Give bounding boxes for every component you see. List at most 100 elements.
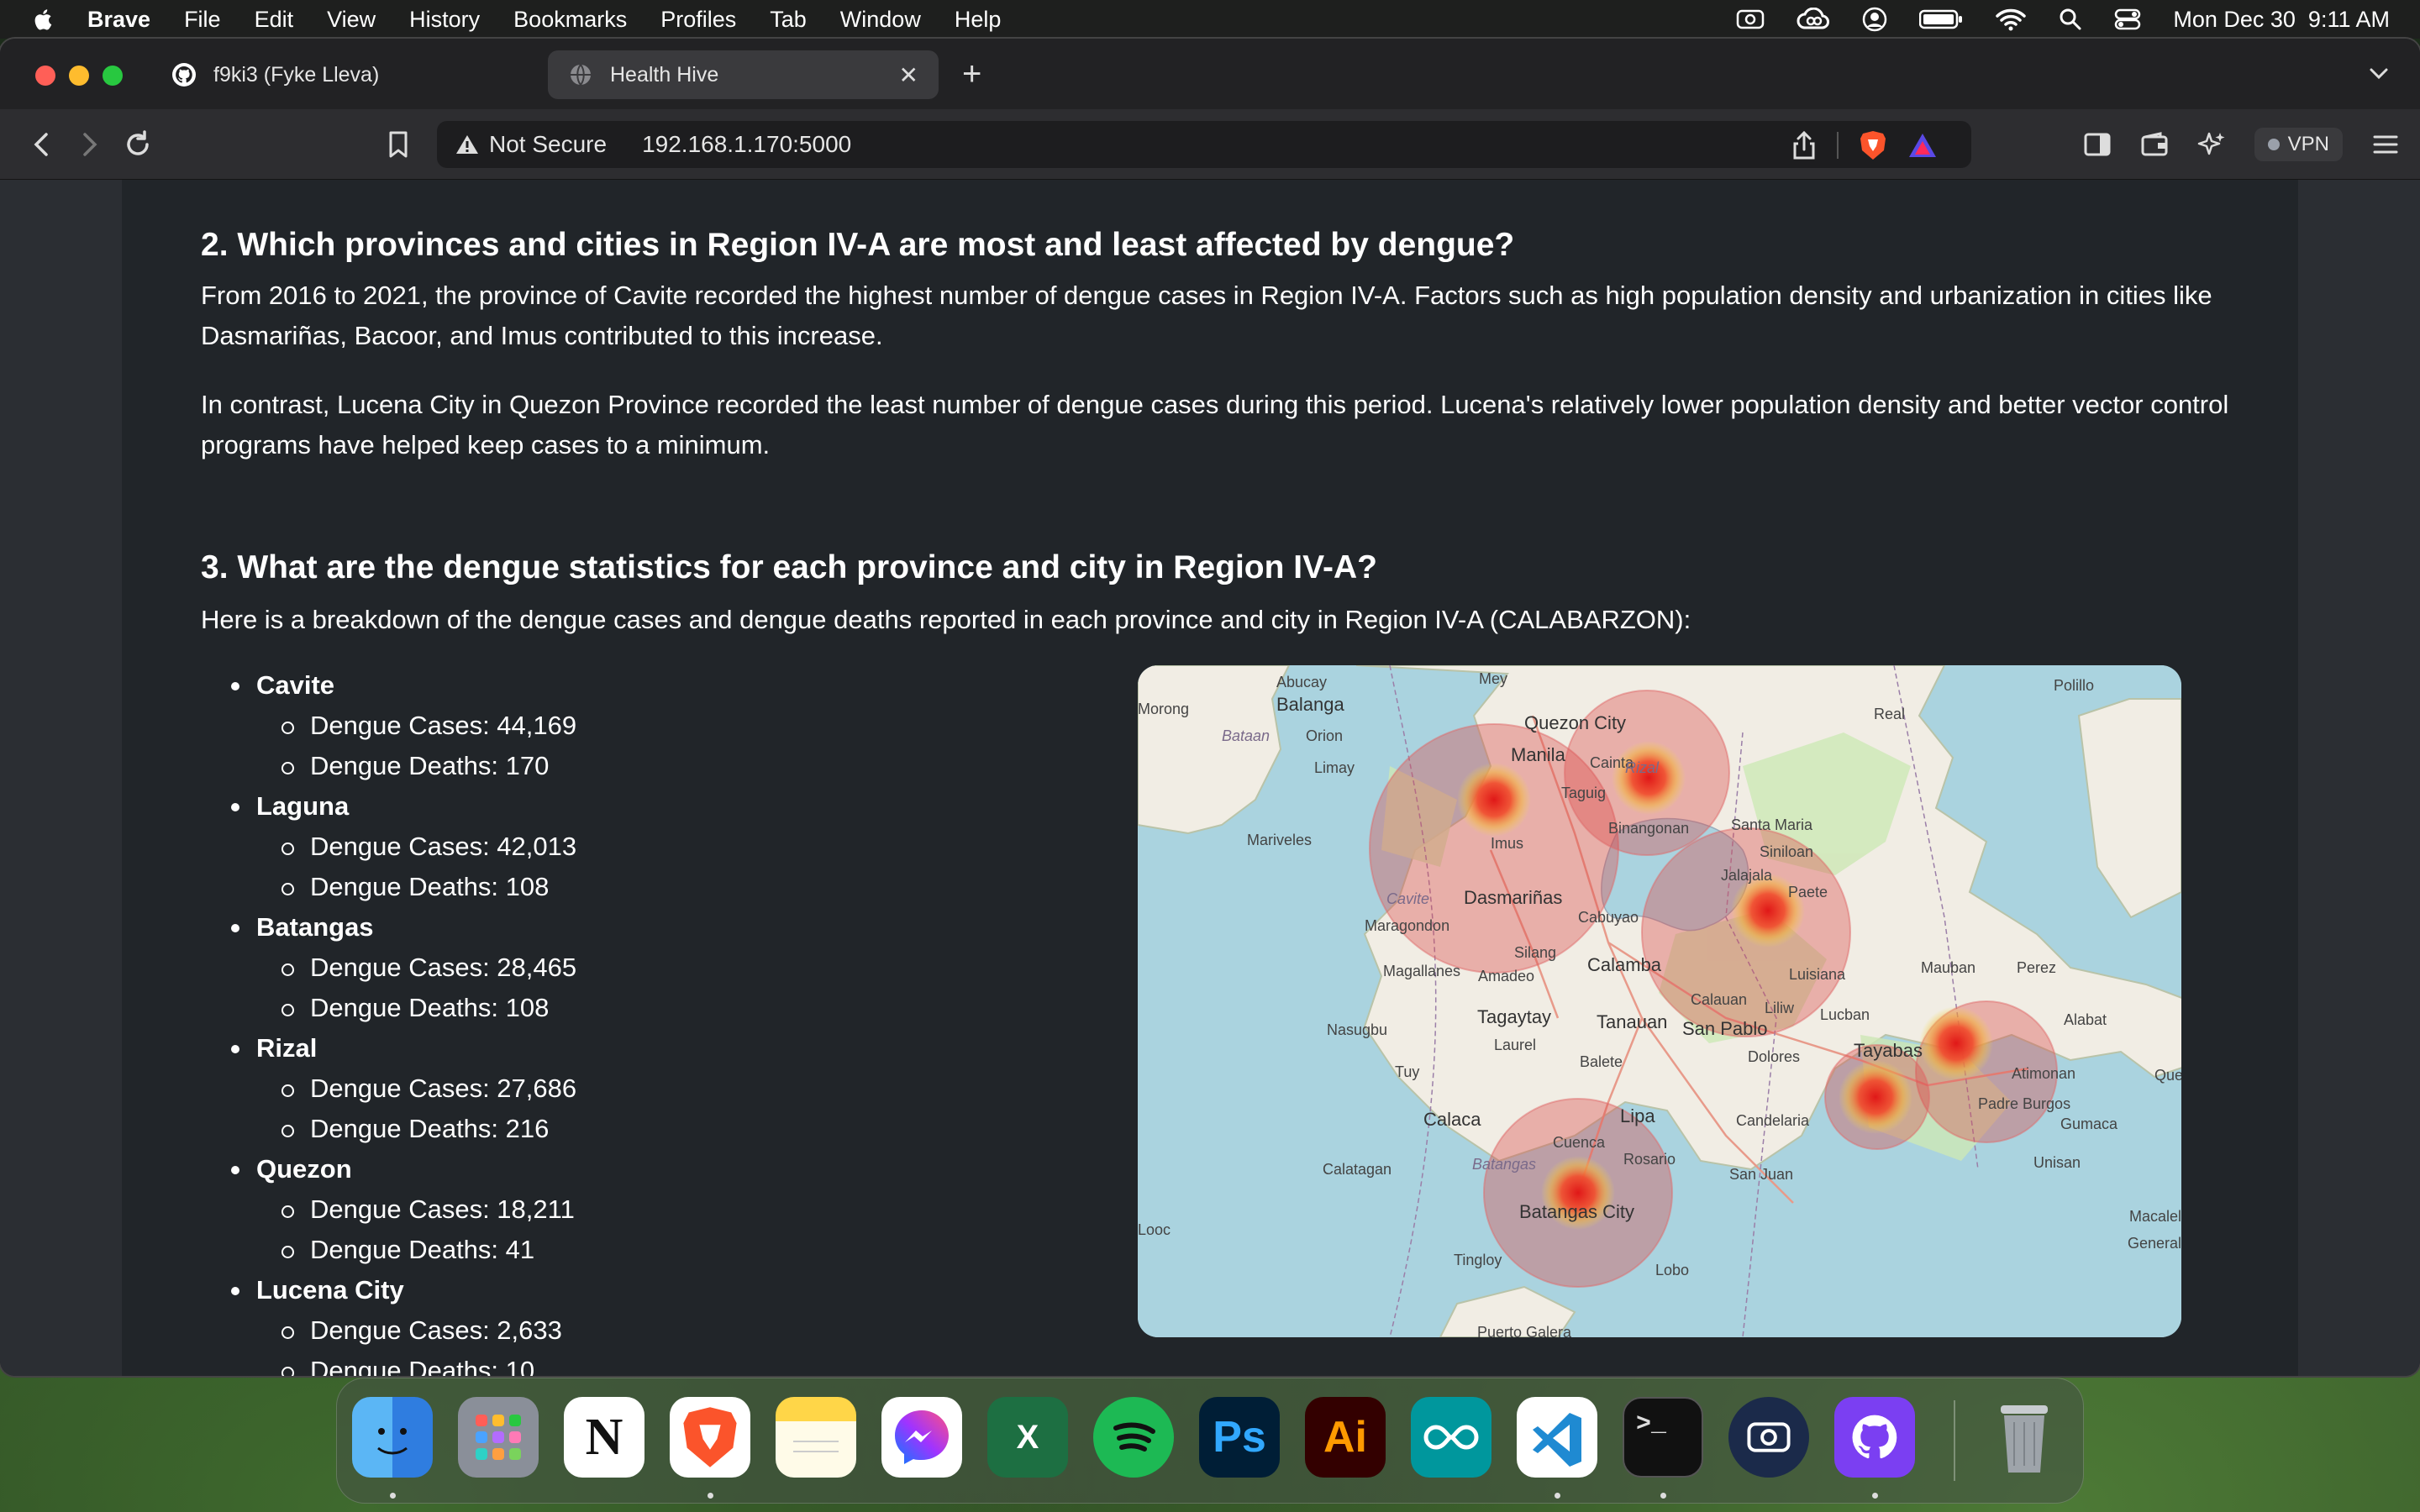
dengue-deaths: Dengue Deaths: 108	[256, 988, 576, 1028]
web-viewport[interactable]: 2. Which provinces and cities in Region …	[0, 180, 2420, 1376]
tab-github[interactable]: f9ki3 (Fyke Lleva)	[151, 50, 538, 99]
launchpad-icon	[476, 1415, 521, 1460]
close-window-button[interactable]	[35, 66, 55, 86]
map-place-label: Jalajala	[1721, 867, 1773, 884]
menu-window[interactable]: Window	[840, 7, 921, 33]
map-place-label: Dolores	[1748, 1048, 1800, 1065]
menubar-clock[interactable]: Mon Dec 30 9:11 AM	[2173, 7, 2390, 33]
battery-icon[interactable]	[1919, 9, 1963, 29]
menu-profiles[interactable]: Profiles	[660, 7, 736, 33]
menu-view[interactable]: View	[327, 7, 376, 33]
arduino-icon	[1423, 1425, 1479, 1450]
dock-illustrator[interactable]: Ai	[1305, 1397, 1386, 1478]
sidebar-toggle-icon[interactable]	[2083, 131, 2112, 158]
dock-notion[interactable]: N	[564, 1397, 644, 1478]
address-bar[interactable]: Not Secure 192.168.1.170:5000	[437, 121, 1971, 168]
share-icon[interactable]	[1791, 130, 1817, 160]
spotlight-search-icon[interactable]	[2059, 8, 2082, 31]
hamburger-menu-icon[interactable]	[2371, 132, 2400, 157]
menu-tab[interactable]: Tab	[770, 7, 807, 33]
list-item: Laguna Dengue Cases: 42,013 Dengue Death…	[226, 786, 576, 901]
map-place-label: Calamba	[1587, 954, 1662, 975]
dock-trash[interactable]	[1984, 1397, 2065, 1478]
control-center-icon[interactable]	[2114, 8, 2141, 31]
dock-screen-recorder[interactable]	[1728, 1397, 1809, 1478]
menu-bar: Brave File Edit View History Bookmarks P…	[0, 0, 2420, 39]
vpn-button[interactable]: VPN	[2254, 128, 2343, 161]
paragraph-most-affected: From 2016 to 2021, the province of Cavit…	[201, 281, 2212, 350]
wallet-icon[interactable]	[2140, 131, 2169, 158]
globe-icon	[571, 64, 591, 86]
menu-file[interactable]: File	[184, 7, 221, 33]
menu-app-name[interactable]: Brave	[87, 7, 150, 33]
brave-rewards-icon[interactable]	[1907, 131, 1938, 160]
menu-bookmarks[interactable]: Bookmarks	[513, 7, 627, 33]
dock-excel[interactable]: X	[987, 1397, 1068, 1478]
dock-finder[interactable]	[352, 1397, 433, 1478]
dock-spotify[interactable]	[1093, 1397, 1174, 1478]
creative-cloud-icon[interactable]	[1797, 8, 1830, 31]
url-text[interactable]: 192.168.1.170:5000	[642, 131, 851, 158]
minimize-window-button[interactable]	[69, 66, 89, 86]
map-place-label: Looc	[1138, 1221, 1171, 1238]
chevron-down-icon[interactable]	[2366, 60, 2391, 86]
heat-spot-rizal	[1612, 741, 1686, 815]
brave-shields-icon[interactable]	[1859, 129, 1887, 161]
spotify-icon	[1113, 1422, 1155, 1452]
map-place-label: Tagaytay	[1477, 1006, 1551, 1027]
map-place-label: Lucban	[1820, 1006, 1870, 1023]
menu-help[interactable]: Help	[955, 7, 1002, 33]
menu-history[interactable]: History	[409, 7, 480, 33]
dock-notes[interactable]	[776, 1397, 856, 1478]
screen-record-icon[interactable]	[1736, 8, 1765, 31]
reload-icon[interactable]	[121, 128, 155, 161]
wifi-icon[interactable]	[1995, 8, 2027, 31]
dock-messenger[interactable]	[881, 1397, 962, 1478]
apple-icon[interactable]	[30, 6, 57, 33]
province-details: Dengue Cases: 28,465 Dengue Deaths: 108	[256, 948, 576, 1028]
close-tab-icon[interactable]: ✕	[899, 61, 918, 89]
running-indicator	[390, 1493, 396, 1499]
province-details: Dengue Cases: 44,169 Dengue Deaths: 170	[256, 706, 576, 786]
dock-brave[interactable]	[670, 1397, 750, 1478]
map-place-label: Polillo	[2054, 677, 2094, 694]
address-bar-actions	[1791, 129, 1938, 161]
zoom-window-button[interactable]	[103, 66, 123, 86]
leo-ai-icon[interactable]	[2197, 130, 2226, 159]
user-account-icon[interactable]	[1862, 7, 1887, 32]
menu-edit[interactable]: Edit	[255, 7, 294, 33]
dock-launchpad[interactable]	[458, 1397, 539, 1478]
notion-icon: N	[585, 1408, 623, 1466]
map-canvas[interactable]: Abucay Balanga Morong Bataan Orion Limay Mariv…	[1138, 665, 2181, 1337]
dock-github-desktop[interactable]	[1834, 1397, 1915, 1478]
vscode-icon	[1533, 1413, 1581, 1467]
heat-spot-quezon	[1919, 1006, 1993, 1080]
map-place-label: Rizal	[1625, 759, 1660, 776]
dock-vscode[interactable]	[1517, 1397, 1597, 1478]
dock-photoshop[interactable]: Ps	[1199, 1397, 1280, 1478]
map-place-label: General L	[2128, 1235, 2181, 1252]
dock-arduino[interactable]	[1411, 1397, 1491, 1478]
map-place-label: Real	[1874, 706, 1905, 722]
dengue-deaths: Dengue Deaths: 10	[256, 1351, 562, 1376]
section-heading-q2: 2. Which provinces and cities in Region …	[201, 227, 1515, 263]
bookmark-icon[interactable]	[383, 128, 413, 161]
dengue-heat-map[interactable]: Abucay Balanga Morong Bataan Orion Limay Mariv…	[1138, 665, 2181, 1337]
dock-terminal[interactable]: >_	[1623, 1397, 1703, 1478]
map-place-label: Mauban	[1921, 959, 1975, 976]
tab-health-hive[interactable]: Health Hive ✕	[548, 50, 939, 99]
dengue-deaths: Dengue Deaths: 170	[256, 746, 576, 786]
security-label[interactable]: Not Secure	[489, 131, 607, 158]
map-place-label: Candelaria	[1736, 1112, 1810, 1129]
finder-icon	[377, 1428, 408, 1455]
new-tab-icon[interactable]: +	[962, 55, 981, 93]
map-place-label: Quez	[2154, 1067, 2181, 1084]
forward-icon[interactable]	[72, 128, 106, 161]
map-place-label: Magallanes	[1383, 963, 1460, 979]
province-name: Cavite	[256, 670, 335, 700]
excel-icon: X	[1016, 1418, 1039, 1456]
warning-icon[interactable]	[455, 134, 479, 155]
map-place-label: Luisiana	[1789, 966, 1846, 983]
back-icon[interactable]	[25, 128, 59, 161]
list-item: Cavite Dengue Cases: 44,169 Dengue Death…	[226, 665, 576, 780]
